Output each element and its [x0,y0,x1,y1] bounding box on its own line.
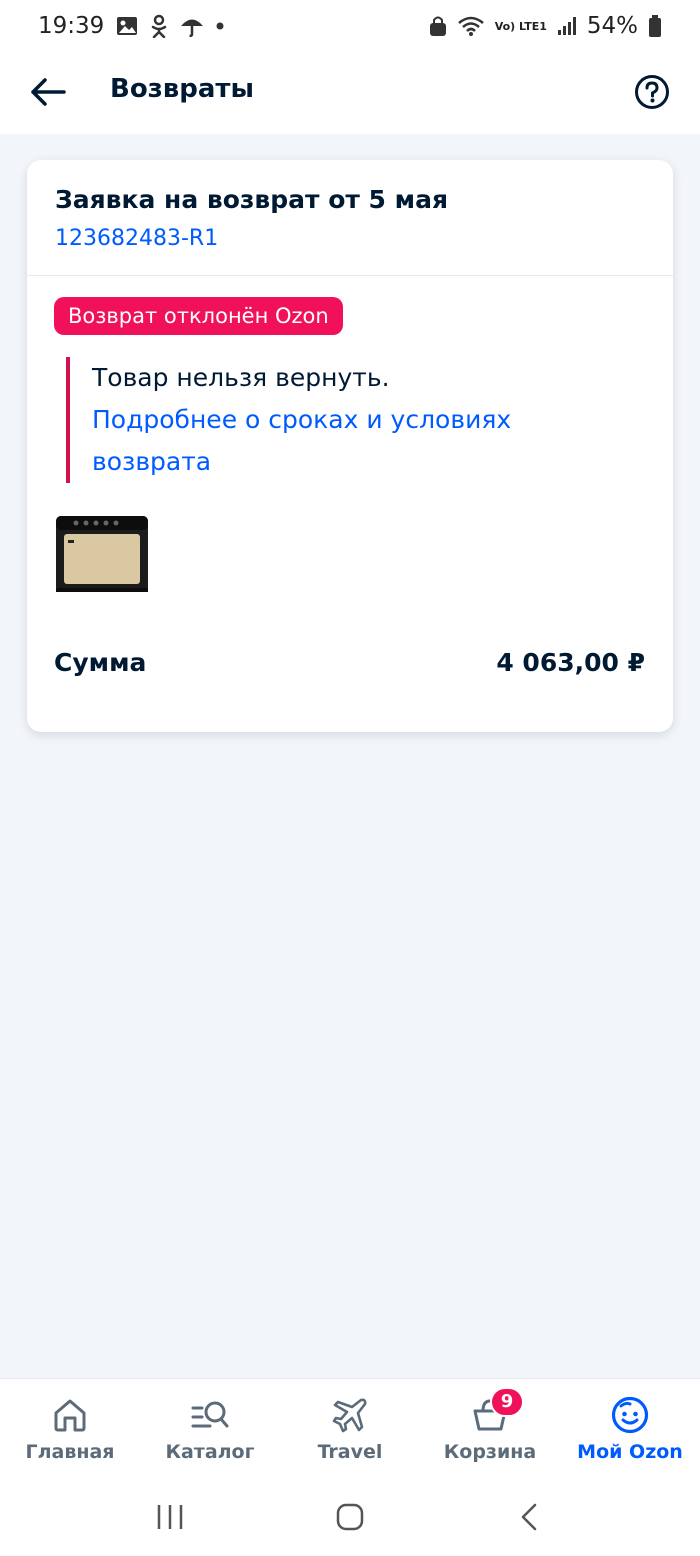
question-circle-icon [635,75,669,109]
status-right: Vo) LTE1 54% [429,13,662,39]
nav-label-home: Главная [25,1441,115,1463]
lte-label: Vo) LTE1 [494,19,547,33]
home-icon [50,1395,90,1435]
battery-icon [648,14,662,38]
app-header: Возвраты [0,52,700,134]
nav-item-my-ozon[interactable]: Мой Ozon [560,1379,700,1478]
gallery-icon [116,16,138,36]
wifi-icon [457,15,485,37]
rejection-notice: Товар нельзя вернуть. Подробнее о сроках… [66,357,626,483]
battery-percent: 54% [586,13,638,39]
signal-icon [557,16,577,36]
home-square-icon [336,1503,364,1531]
odnoklassniki-icon [150,14,168,38]
notice-text: Товар нельзя вернуть. [92,363,390,392]
status-badge: Возврат отклонён Ozon [54,297,343,335]
sum-label: Сумма [54,648,147,677]
catalog-search-icon [190,1395,230,1435]
help-button[interactable] [634,74,670,110]
status-bar: 19:39 Vo) LTE1 54% [0,0,700,52]
guitar-amplifier-image [56,516,148,592]
card-title: Заявка на возврат от 5 мая [55,185,449,214]
smiley-icon [610,1395,650,1435]
airplane-icon [330,1395,370,1435]
card-header: Заявка на возврат от 5 мая 123682483-R1 [27,160,673,276]
nav-label-travel: Travel [317,1441,383,1463]
chevron-left-icon [521,1503,537,1531]
vpn-lock-icon [429,15,447,37]
nav-item-cart[interactable]: 9 Корзина [420,1379,560,1478]
sum-value: 4 063,00 ₽ [496,648,645,677]
recent-apps-icon [157,1505,183,1529]
cart-count-badge: 9 [490,1387,524,1417]
nav-item-catalog[interactable]: Каталог [140,1379,280,1478]
system-back-button[interactable] [500,1492,560,1542]
status-left: 19:39 [38,13,224,39]
nav-label-cart: Корзина [443,1441,537,1463]
bottom-navigation: Главная Каталог Travel 9 Корзина Мой Ozo… [0,1378,700,1478]
umbrella-icon [180,15,204,37]
order-number-link[interactable]: 123682483-R1 [55,224,218,254]
status-time: 19:39 [38,13,105,39]
return-request-card[interactable]: Заявка на возврат от 5 мая 123682483-R1 … [27,160,673,732]
nav-item-home[interactable]: Главная [0,1379,140,1478]
nav-item-travel[interactable]: Travel [280,1379,420,1478]
system-navigation-bar [0,1478,700,1556]
back-button[interactable] [26,70,70,114]
home-system-button[interactable] [320,1492,380,1542]
product-thumbnail[interactable] [54,510,150,594]
page-title: Возвраты [110,74,254,104]
notification-dot-icon [216,22,224,30]
return-terms-link[interactable]: Подробнее о сроках и условиях возврата [92,399,626,483]
nav-label-catalog: Каталог [165,1441,255,1463]
recent-apps-button[interactable] [140,1492,200,1542]
arrow-left-icon [31,78,66,106]
nav-label-my-ozon: Мой Ozon [577,1441,683,1463]
